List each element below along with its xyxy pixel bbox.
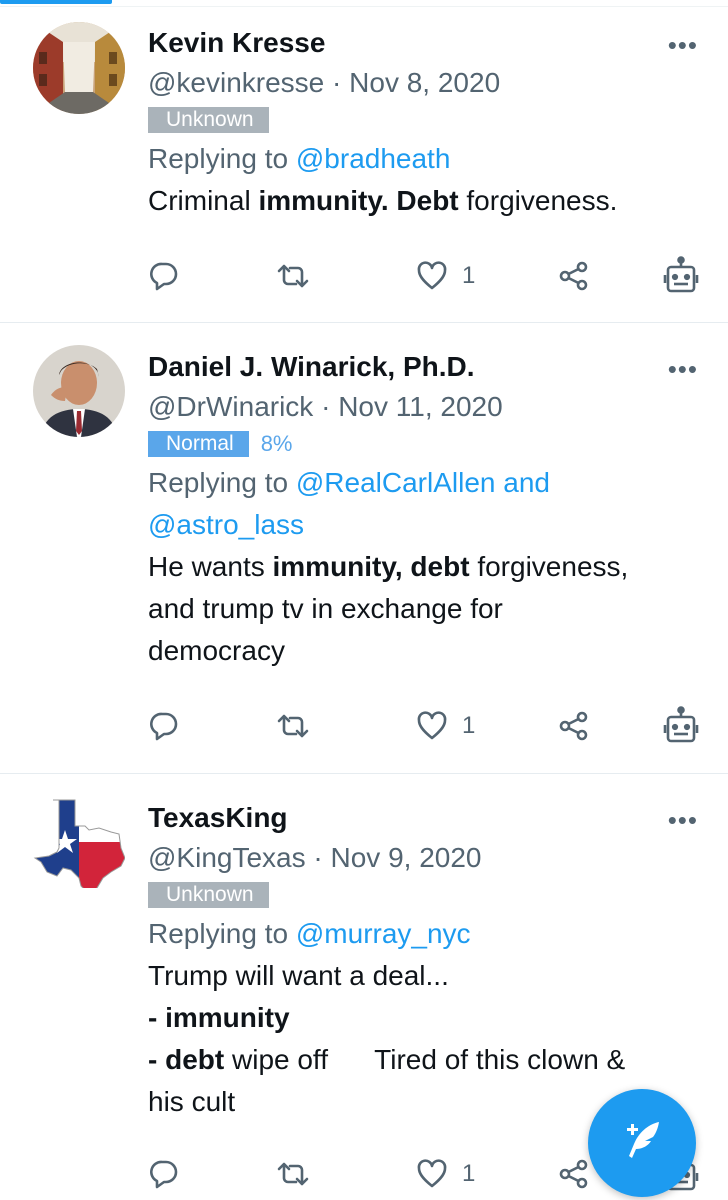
author-handle[interactable]: @kevinkresse bbox=[148, 67, 324, 98]
active-tab-indicator bbox=[0, 0, 112, 4]
retweet-icon bbox=[276, 1158, 310, 1190]
author-handle[interactable]: @KingTexas bbox=[148, 842, 306, 873]
compose-tweet-button[interactable] bbox=[588, 1089, 696, 1197]
tweet-text-line: - debt wipe off Tired of this clown & bbox=[148, 1039, 698, 1081]
tweet-date[interactable]: Nov 11, 2020 bbox=[338, 391, 503, 422]
portrait-avatar[interactable] bbox=[33, 345, 125, 437]
retweet-icon bbox=[276, 260, 310, 292]
reply-button[interactable] bbox=[148, 1152, 180, 1196]
share-button[interactable] bbox=[558, 1152, 590, 1196]
reply-button[interactable] bbox=[148, 254, 180, 298]
tweet-text-run: his cult bbox=[148, 1086, 236, 1117]
classification-badge: Unknown bbox=[148, 107, 269, 133]
like-count: 1 bbox=[462, 712, 476, 739]
classification-row: Unknown bbox=[148, 880, 698, 910]
classification-row: Normal 8% bbox=[148, 429, 698, 459]
retweet-button[interactable] bbox=[276, 704, 310, 748]
author-name[interactable]: Kevin Kresse bbox=[148, 23, 698, 63]
retweet-button[interactable] bbox=[276, 1152, 310, 1196]
bot-button[interactable] bbox=[663, 704, 699, 748]
reply-button[interactable] bbox=[148, 704, 180, 748]
classification-badge: Normal bbox=[148, 431, 249, 457]
more-icon[interactable]: ••• bbox=[668, 807, 698, 833]
tweet-text-bold: - debt bbox=[148, 1044, 225, 1075]
handle-and-date: @KingTexas · Nov 9, 2020 bbox=[148, 838, 698, 878]
replying-to: Replying to @bradheath bbox=[148, 138, 698, 180]
street-photo-avatar[interactable] bbox=[33, 22, 125, 114]
reply-icon bbox=[148, 260, 180, 292]
classification-row: Unknown bbox=[148, 105, 698, 135]
replying-to: Replying to @murray_nyc bbox=[148, 913, 698, 955]
like-button[interactable]: 1 bbox=[416, 1152, 475, 1196]
handle-and-date: @kevinkresse · Nov 8, 2020 bbox=[148, 63, 698, 103]
reply-mention-link[interactable]: @bradheath bbox=[296, 143, 451, 174]
tweet-text-run: Criminal bbox=[148, 185, 259, 216]
tweet-text-bold: immunity, debt bbox=[272, 551, 470, 582]
share-icon bbox=[558, 260, 590, 292]
share-icon bbox=[558, 1158, 590, 1190]
tweet-text-line: Criminal immunity. Debt forgiveness. bbox=[148, 180, 698, 222]
tweet-text-line: - immunity bbox=[148, 997, 698, 1039]
tweet-actions: 1 bbox=[148, 704, 708, 748]
tweet-text-run: forgiveness. bbox=[458, 185, 618, 216]
tweet-text-line: He wants immunity, debt forgiveness, bbox=[148, 546, 698, 588]
replying-to-label: Replying to bbox=[148, 143, 296, 174]
replying-to: Replying to @RealCarlAllen and @astro_la… bbox=[148, 462, 698, 546]
retweet-button[interactable] bbox=[276, 254, 310, 298]
classification-badge: Unknown bbox=[148, 882, 269, 908]
more-icon[interactable]: ••• bbox=[668, 356, 698, 382]
tweet-text-bold: immunity. Debt bbox=[258, 185, 459, 216]
like-button[interactable]: 1 bbox=[416, 704, 475, 748]
bot-button[interactable] bbox=[663, 254, 699, 298]
tweet-text-run: forgiveness, bbox=[469, 551, 629, 582]
replying-to-label: Replying to bbox=[148, 467, 296, 498]
like-count: 1 bbox=[462, 1160, 476, 1187]
tweet-text-run: wipe off Tired of this clown & bbox=[224, 1044, 626, 1075]
share-icon bbox=[558, 710, 590, 742]
author-name[interactable]: Daniel J. Winarick, Ph.D. bbox=[148, 347, 698, 387]
more-icon[interactable]: ••• bbox=[668, 32, 698, 58]
tweet-text-line: Trump will want a deal... bbox=[148, 955, 698, 997]
tweet-date[interactable]: Nov 8, 2020 bbox=[349, 67, 500, 98]
tweet-text-run: democracy bbox=[148, 635, 285, 666]
tweet[interactable]: Daniel J. Winarick, Ph.D. @DrWinarick · … bbox=[0, 323, 728, 774]
meta-separator: · bbox=[305, 842, 331, 873]
tweet-text: He wants immunity, debt forgiveness, and … bbox=[148, 546, 698, 672]
tweet-text-line: and trump tv in exchange for bbox=[148, 588, 698, 630]
share-button[interactable] bbox=[558, 254, 590, 298]
tweet-date[interactable]: Nov 9, 2020 bbox=[331, 842, 482, 873]
tweet-text: Criminal immunity. Debt forgiveness. bbox=[148, 180, 698, 222]
classification-score: 8% bbox=[260, 431, 293, 456]
meta-separator: · bbox=[324, 67, 350, 98]
tweet-actions: 1 bbox=[148, 254, 708, 298]
reply-mention-link[interactable]: @astro_lass bbox=[148, 509, 304, 540]
bot-icon bbox=[663, 706, 699, 746]
replying-to-label: Replying to bbox=[148, 918, 296, 949]
reply-mention-link[interactable]: @RealCarlAllen and bbox=[296, 467, 550, 498]
texas-flag-avatar[interactable] bbox=[33, 796, 125, 888]
heart-icon bbox=[416, 710, 448, 742]
retweet-icon bbox=[276, 710, 310, 742]
meta-separator: · bbox=[313, 391, 339, 422]
tweet-text-line: democracy bbox=[148, 630, 698, 672]
tweet[interactable]: Kevin Kresse @kevinkresse · Nov 8, 2020 … bbox=[0, 7, 728, 323]
tweet-text-run: He wants bbox=[148, 551, 273, 582]
author-name[interactable]: TexasKing bbox=[148, 798, 698, 838]
compose-tweet-icon bbox=[617, 1116, 667, 1171]
reply-icon bbox=[148, 710, 180, 742]
tweet-text-run: Trump will want a deal... bbox=[148, 960, 449, 991]
heart-icon bbox=[416, 260, 448, 292]
bot-icon bbox=[663, 256, 699, 296]
reply-mention-link[interactable]: @murray_nyc bbox=[296, 918, 471, 949]
handle-and-date: @DrWinarick · Nov 11, 2020 bbox=[148, 387, 698, 427]
tweet-text-bold: - immunity bbox=[148, 1002, 290, 1033]
tweet-text-run: and trump tv in exchange for bbox=[148, 593, 503, 624]
author-handle[interactable]: @DrWinarick bbox=[148, 391, 313, 422]
like-count: 1 bbox=[462, 262, 476, 289]
like-button[interactable]: 1 bbox=[416, 254, 475, 298]
share-button[interactable] bbox=[558, 704, 590, 748]
heart-icon bbox=[416, 1158, 448, 1190]
reply-icon bbox=[148, 1158, 180, 1190]
